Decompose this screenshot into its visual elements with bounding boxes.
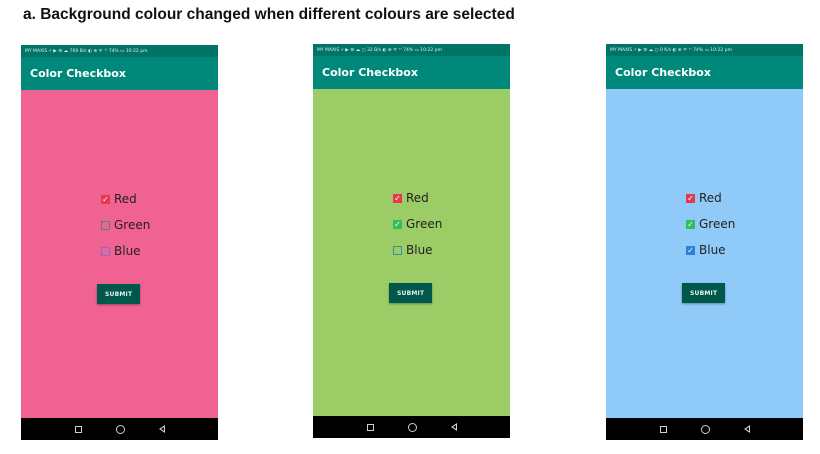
phone-screenshot-1: MY MAXIS ⚡ ▶ ⚙ ☁ 769 B/s ◐ ⊕ ᯤ ⁺ⁱ 74% ▭ …: [21, 45, 218, 440]
navigation-bar: [21, 418, 218, 440]
checkbox-label: Green: [406, 217, 443, 231]
checkbox-unchecked-icon[interactable]: [101, 220, 110, 230]
app-title: Color Checkbox: [615, 66, 711, 79]
checkbox-label: Red: [406, 191, 429, 205]
home-icon[interactable]: [115, 424, 125, 434]
back-icon[interactable]: [743, 425, 750, 433]
status-bar-text: MY MAXIS ⚡ ▶ ⚙ ☁ ○ 0 K/s ◐ ⊕ ᯤ ⁺ⁱ 74% ▭ …: [610, 48, 732, 53]
checkbox-label: Blue: [406, 243, 433, 257]
app-title: Color Checkbox: [30, 67, 126, 80]
phone-screenshot-3: MY MAXIS ⚡ ▶ ⚙ ☁ ○ 0 K/s ◐ ⊕ ᯤ ⁺ⁱ 74% ▭ …: [606, 44, 803, 440]
checkbox-blue[interactable]: Blue: [101, 244, 141, 258]
app-title: Color Checkbox: [322, 66, 418, 79]
checkbox-label: Green: [699, 217, 736, 231]
checkbox-checked-icon[interactable]: ✓: [101, 194, 110, 204]
home-icon[interactable]: [700, 424, 710, 434]
submit-button[interactable]: SUBMIT: [682, 283, 726, 303]
status-bar-text: MY MAXIS ⚡ ▶ ⚙ ☁ ○ 32 B/s ◐ ⊕ ᯤ ⁺ⁱ 74% ▭…: [317, 48, 442, 53]
color-content-area: ✓ Red ✓ Green ✓ Blue SUBMIT: [606, 89, 803, 418]
checkbox-blue[interactable]: Blue: [393, 243, 433, 257]
color-content-area: ✓ Red ✓ Green Blue SUBMIT: [313, 89, 510, 416]
checkbox-red[interactable]: ✓ Red: [101, 192, 137, 206]
recents-icon[interactable]: [74, 425, 82, 433]
phone-screenshot-2: MY MAXIS ⚡ ▶ ⚙ ☁ ○ 32 B/s ◐ ⊕ ᯤ ⁺ⁱ 74% ▭…: [313, 44, 510, 438]
checkbox-label: Green: [114, 218, 151, 232]
recents-icon[interactable]: [366, 423, 374, 431]
status-bar: MY MAXIS ⚡ ▶ ⚙ ☁ ○ 32 B/s ◐ ⊕ ᯤ ⁺ⁱ 74% ▭…: [313, 44, 510, 56]
checkbox-unchecked-icon[interactable]: [101, 246, 110, 256]
checkbox-label: Blue: [699, 243, 726, 257]
back-icon[interactable]: [450, 423, 457, 431]
app-bar: Color Checkbox: [313, 56, 510, 89]
checkbox-blue[interactable]: ✓ Blue: [686, 243, 726, 257]
checkbox-checked-icon[interactable]: ✓: [686, 219, 695, 229]
checkbox-checked-icon[interactable]: ✓: [393, 193, 402, 203]
checkbox-checked-icon[interactable]: ✓: [393, 219, 402, 229]
submit-button[interactable]: SUBMIT: [389, 283, 433, 303]
checkbox-label: Red: [699, 191, 722, 205]
status-bar: MY MAXIS ⚡ ▶ ⚙ ☁ 769 B/s ◐ ⊕ ᯤ ⁺ⁱ 74% ▭ …: [21, 45, 218, 57]
app-bar: Color Checkbox: [606, 56, 803, 89]
recents-icon[interactable]: [659, 425, 667, 433]
color-content-area: ✓ Red Green Blue SUBMIT: [21, 90, 218, 418]
checkbox-green[interactable]: ✓ Green: [393, 217, 442, 231]
checkbox-checked-icon[interactable]: ✓: [686, 245, 695, 255]
submit-button[interactable]: SUBMIT: [97, 284, 141, 304]
checkbox-label: Red: [114, 192, 137, 206]
app-bar: Color Checkbox: [21, 57, 218, 90]
home-icon[interactable]: [407, 422, 417, 432]
checkbox-red[interactable]: ✓ Red: [393, 191, 429, 205]
checkbox-unchecked-icon[interactable]: [393, 245, 402, 255]
status-bar-text: MY MAXIS ⚡ ▶ ⚙ ☁ 769 B/s ◐ ⊕ ᯤ ⁺ⁱ 74% ▭ …: [25, 49, 148, 54]
back-icon[interactable]: [158, 425, 165, 433]
checkbox-checked-icon[interactable]: ✓: [686, 193, 695, 203]
checkbox-green[interactable]: ✓ Green: [686, 217, 735, 231]
navigation-bar: [313, 416, 510, 438]
navigation-bar: [606, 418, 803, 440]
checkbox-label: Blue: [114, 244, 141, 258]
checkbox-red[interactable]: ✓ Red: [686, 191, 722, 205]
checkbox-green[interactable]: Green: [101, 218, 150, 232]
status-bar: MY MAXIS ⚡ ▶ ⚙ ☁ ○ 0 K/s ◐ ⊕ ᯤ ⁺ⁱ 74% ▭ …: [606, 44, 803, 56]
figure-caption: a. Background colour changed when differ…: [23, 6, 515, 23]
